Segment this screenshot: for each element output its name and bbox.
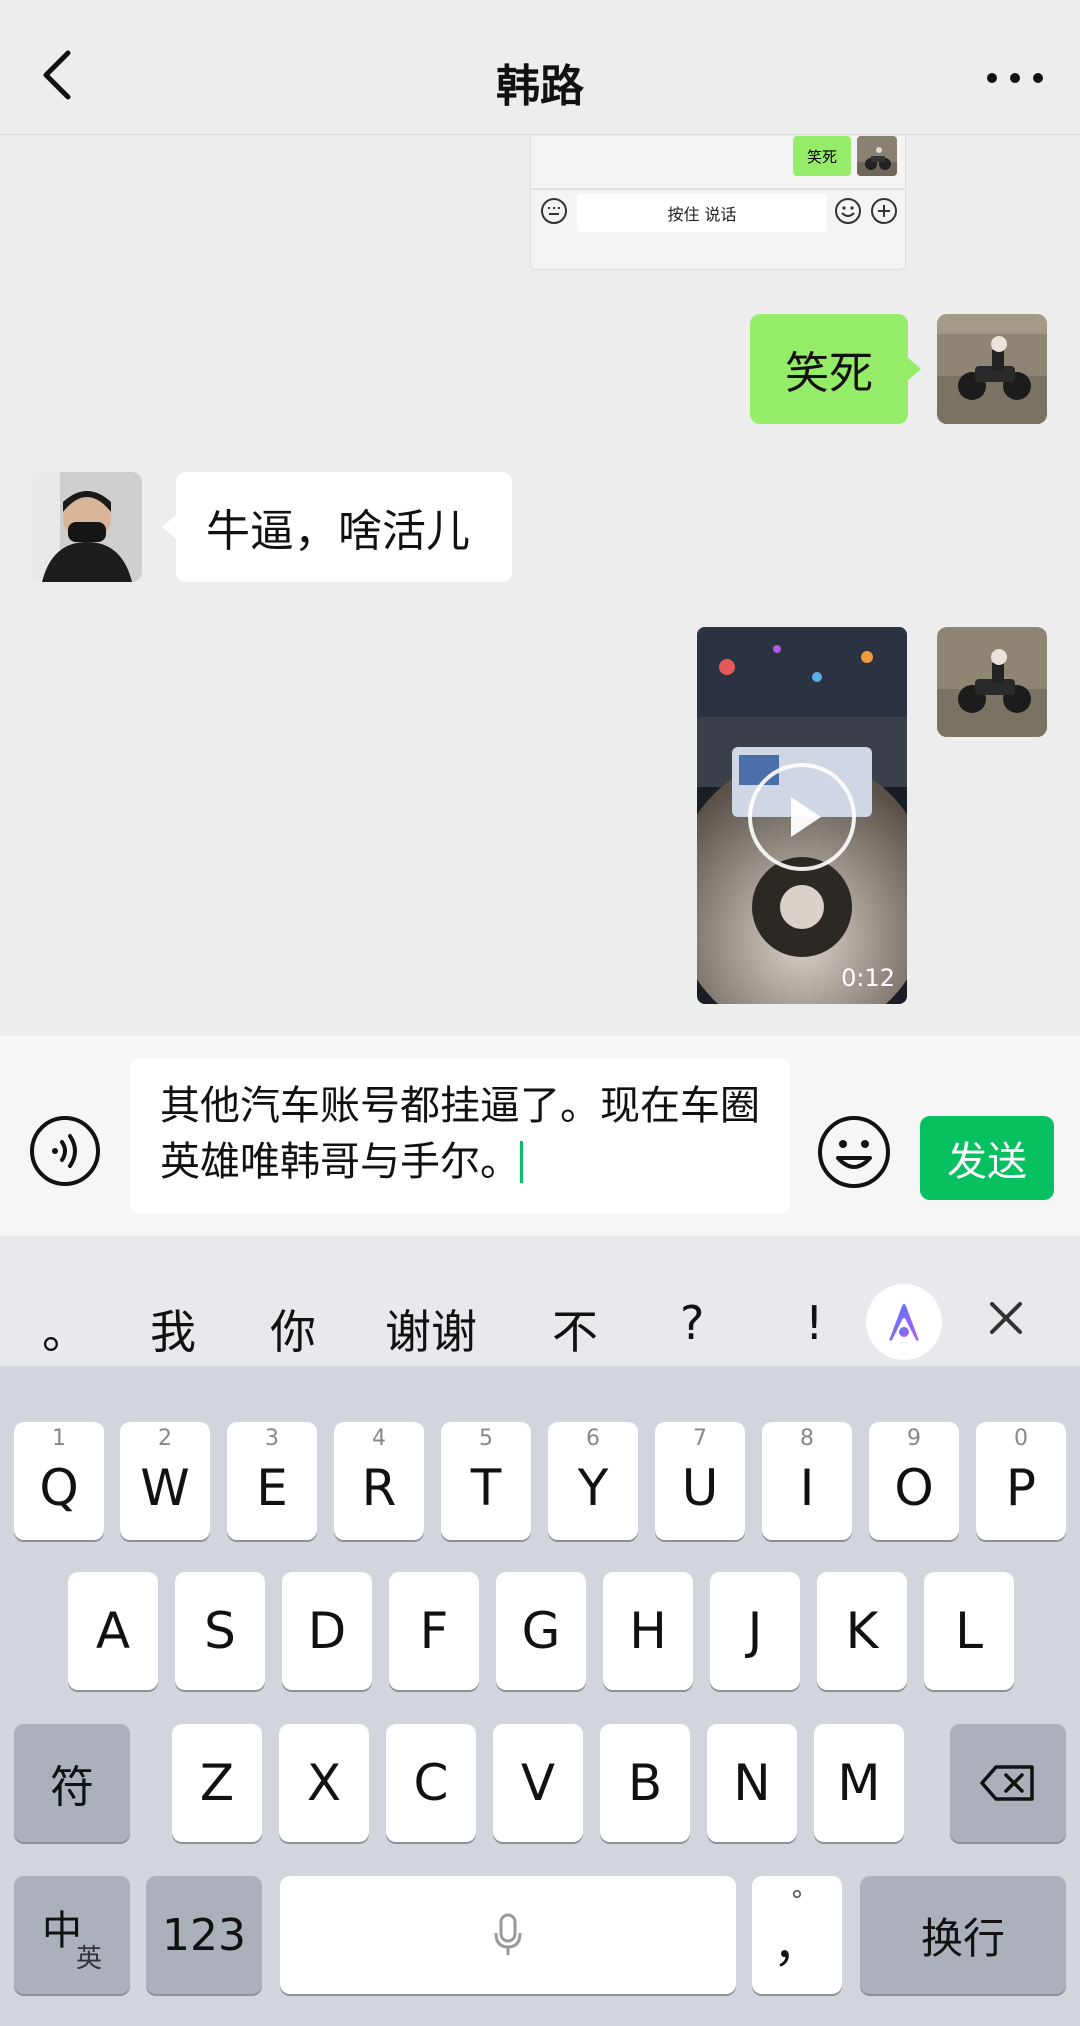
candidate-item[interactable]: 不: [552, 1296, 598, 1362]
key-f[interactable]: F: [389, 1572, 479, 1690]
key-u[interactable]: 7U: [655, 1422, 745, 1540]
key-c[interactable]: C: [386, 1724, 476, 1842]
punctuation-key[interactable]: ° ，: [752, 1876, 842, 1994]
key-hint: 3: [265, 1426, 279, 1451]
key-hint: 0: [1014, 1426, 1028, 1451]
candidate-item[interactable]: 你: [270, 1296, 316, 1362]
ai-assistant-icon[interactable]: [866, 1284, 942, 1360]
key-e[interactable]: 3E: [227, 1422, 317, 1540]
image-message[interactable]: 笑死 按住 说话: [530, 136, 906, 270]
emoji-icon[interactable]: [816, 1114, 892, 1190]
bubble-tail: [162, 515, 176, 539]
key-q[interactable]: 1Q: [14, 1422, 104, 1540]
video-message[interactable]: 0:12: [697, 627, 907, 1004]
nav-bar: 韩路: [0, 0, 1080, 135]
candidate-bar: 。 我 你 谢谢 不 ? !: [0, 1236, 1080, 1366]
text-caret: [520, 1141, 523, 1183]
message-bubble[interactable]: 牛逼，啥活儿: [176, 472, 512, 582]
key-hint: 8: [800, 1426, 814, 1451]
key-l[interactable]: L: [924, 1572, 1014, 1690]
nested-avatar: [857, 136, 897, 176]
avatar[interactable]: [32, 472, 142, 582]
more-icon[interactable]: [980, 48, 1050, 108]
backspace-key[interactable]: [950, 1724, 1066, 1842]
backspace-icon: [980, 1765, 1034, 1801]
key-a[interactable]: A: [68, 1572, 158, 1690]
key-x[interactable]: X: [279, 1724, 369, 1842]
key-s[interactable]: S: [175, 1572, 265, 1690]
candidate-item[interactable]: ?: [680, 1296, 704, 1350]
key-z[interactable]: Z: [172, 1724, 262, 1842]
key-j[interactable]: J: [710, 1572, 800, 1690]
voice-icon[interactable]: [28, 1114, 102, 1188]
send-button[interactable]: 发送: [920, 1116, 1054, 1200]
bubble-tail: [907, 357, 921, 381]
key-d[interactable]: D: [282, 1572, 372, 1690]
key-hint: 1: [52, 1426, 66, 1451]
candidate-item[interactable]: 。: [42, 1296, 88, 1362]
space-key[interactable]: [280, 1876, 736, 1994]
page-title: 韩路: [496, 61, 584, 112]
avatar[interactable]: [937, 627, 1047, 737]
message-input[interactable]: 其他汽车账号都挂逼了。现在车圈英雄唯韩哥与手尔。: [130, 1058, 790, 1214]
keyboard-icon: [539, 196, 569, 226]
key-w[interactable]: 2W: [120, 1422, 210, 1540]
message-list[interactable]: 笑死 按住 说话 笑死 牛逼，啥活儿 0:12: [0, 136, 1080, 1036]
key-g[interactable]: G: [496, 1572, 586, 1690]
symbol-key[interactable]: 符: [14, 1724, 130, 1842]
key-m[interactable]: M: [814, 1724, 904, 1842]
number-key[interactable]: 123: [146, 1876, 262, 1994]
key-hint: 7: [693, 1426, 707, 1451]
key-label: Q: [39, 1459, 79, 1517]
key-hint: 4: [372, 1426, 386, 1451]
key-label: W: [140, 1459, 190, 1517]
key-k[interactable]: K: [817, 1572, 907, 1690]
candidate-item[interactable]: 谢谢: [385, 1296, 477, 1362]
chat-screen: 韩路 笑死 按住 说话 笑死 牛逼，啥活儿 0:12 其他汽车账号都挂逼了。现在…: [0, 0, 1080, 2026]
key-b[interactable]: B: [600, 1724, 690, 1842]
key-hint: 9: [907, 1426, 921, 1451]
key-n[interactable]: N: [707, 1724, 797, 1842]
key-label: P: [1005, 1459, 1037, 1517]
nested-bubble: 笑死: [793, 136, 851, 176]
key-hint: 2: [158, 1426, 172, 1451]
key-y[interactable]: 6Y: [548, 1422, 638, 1540]
nested-hold-to-talk: 按住 说话: [577, 194, 827, 232]
video-duration: 0:12: [841, 964, 895, 992]
key-label: T: [470, 1459, 502, 1517]
input-bar: 其他汽车账号都挂逼了。现在车圈英雄唯韩哥与手尔。 发送: [0, 1036, 1080, 1236]
key-label: E: [256, 1459, 288, 1517]
key-r[interactable]: 4R: [334, 1422, 424, 1540]
key-label: O: [894, 1459, 934, 1517]
key-label: U: [681, 1459, 719, 1517]
plus-icon: [869, 196, 899, 226]
emoji-icon: [833, 196, 863, 226]
return-key[interactable]: 换行: [860, 1876, 1066, 1994]
key-label: I: [799, 1459, 815, 1517]
microphone-icon: [494, 1913, 522, 1955]
key-hint: 6: [586, 1426, 600, 1451]
key-i[interactable]: 8I: [762, 1422, 852, 1540]
lang-sub-label: 英: [76, 1944, 103, 1974]
message-bubble[interactable]: 笑死: [750, 314, 908, 424]
avatar[interactable]: [937, 314, 1047, 424]
key-hint: 5: [479, 1426, 493, 1451]
key-o[interactable]: 9O: [869, 1422, 959, 1540]
key-label: R: [361, 1459, 397, 1517]
candidate-item[interactable]: 我: [150, 1296, 196, 1362]
divider: [531, 188, 905, 190]
close-icon[interactable]: [986, 1298, 1026, 1338]
candidate-item[interactable]: !: [805, 1296, 823, 1350]
language-switch-key[interactable]: 中 英: [14, 1876, 130, 1994]
key-v[interactable]: V: [493, 1724, 583, 1842]
keyboard: 。 我 你 谢谢 不 ? ! 1Q 2W 3E 4R 5T 6Y 7U 8I 9…: [0, 1236, 1080, 2026]
key-t[interactable]: 5T: [441, 1422, 531, 1540]
key-h[interactable]: H: [603, 1572, 693, 1690]
punct-hint: °: [790, 1886, 804, 1916]
message-input-text: 其他汽车账号都挂逼了。现在车圈英雄唯韩哥与手尔。: [160, 1083, 760, 1185]
key-label: Y: [577, 1459, 609, 1517]
key-p[interactable]: 0P: [976, 1422, 1066, 1540]
